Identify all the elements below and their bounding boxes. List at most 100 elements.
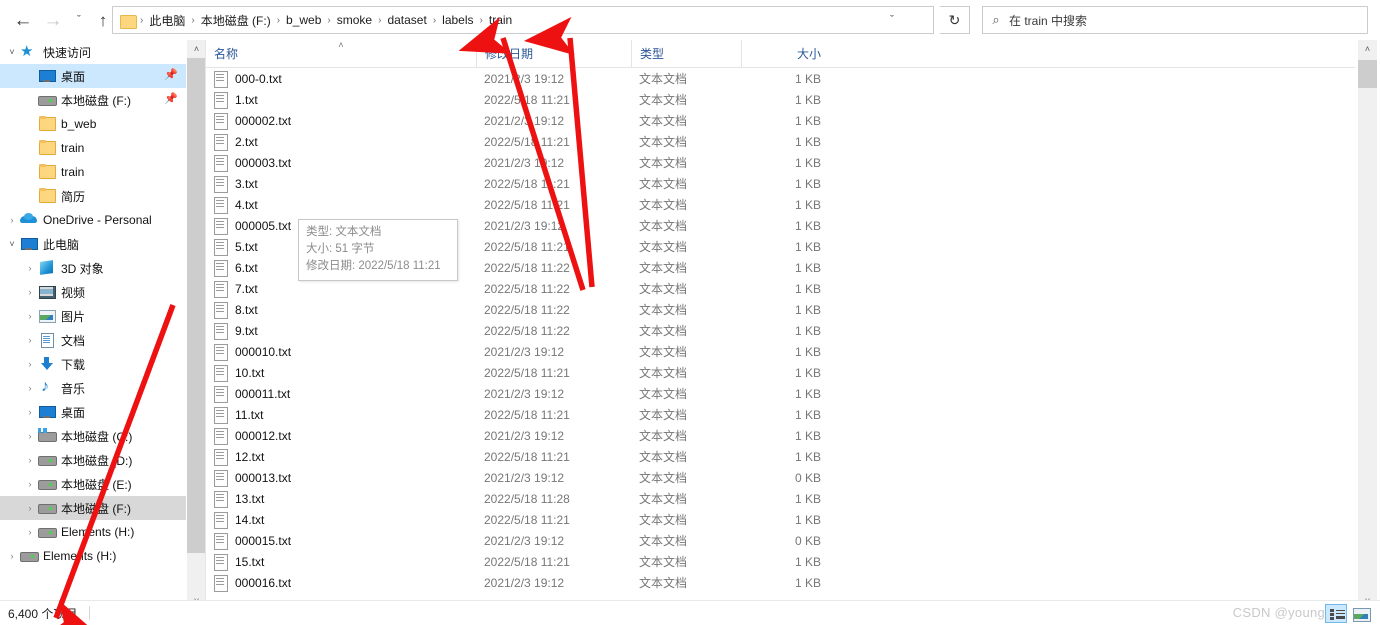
chevron-right-icon[interactable]: › bbox=[22, 472, 38, 496]
table-row[interactable]: 000011.txt 2021/2/3 19:12 文本文档 1 KB bbox=[206, 383, 1355, 404]
breadcrumb-item-3[interactable]: smoke bbox=[333, 11, 376, 29]
sidebar-item[interactable]: › 3D 对象 bbox=[0, 256, 186, 280]
chevron-right-icon[interactable]: › bbox=[22, 280, 38, 304]
column-header-size[interactable]: 大小 bbox=[741, 40, 831, 68]
file-list-scrollbar[interactable]: ˄ ˅ bbox=[1358, 40, 1377, 610]
refresh-icon[interactable]: ↻ bbox=[940, 6, 970, 34]
sidebar-item[interactable]: 简历 bbox=[0, 184, 186, 208]
sidebar-item[interactable]: train bbox=[0, 160, 186, 184]
table-row[interactable]: 1.txt 2022/5/18 11:21 文本文档 1 KB bbox=[206, 89, 1355, 110]
chevron-right-icon[interactable]: › bbox=[22, 304, 38, 328]
chevron-right-icon[interactable]: › bbox=[22, 352, 38, 376]
large-icons-view-button[interactable] bbox=[1350, 604, 1372, 623]
address-bar[interactable]: › 此电脑 › 本地磁盘 (F:) › b_web › smoke › data… bbox=[112, 6, 934, 34]
recent-locations-icon[interactable]: ˇ bbox=[68, 5, 90, 35]
breadcrumb-item-4[interactable]: dataset bbox=[383, 11, 430, 29]
sidebar-item[interactable]: › OneDrive - Personal bbox=[0, 208, 186, 232]
scroll-up-icon[interactable]: ˄ bbox=[1358, 40, 1377, 58]
table-row[interactable]: 13.txt 2022/5/18 11:28 文本文档 1 KB bbox=[206, 488, 1355, 509]
table-row[interactable]: 2.txt 2022/5/18 11:21 文本文档 1 KB bbox=[206, 131, 1355, 152]
table-row[interactable]: 000016.txt 2021/2/3 19:12 文本文档 1 KB bbox=[206, 572, 1355, 593]
column-header-name[interactable]: ˄ 名称 bbox=[206, 40, 476, 68]
table-row[interactable]: 000010.txt 2021/2/3 19:12 文本文档 1 KB bbox=[206, 341, 1355, 362]
forward-icon[interactable]: → bbox=[38, 5, 68, 35]
table-row[interactable]: 000-0.txt 2021/2/3 19:12 文本文档 1 KB bbox=[206, 68, 1355, 89]
sidebar-item-label: 本地磁盘 (E:) bbox=[61, 477, 132, 492]
scroll-up-icon[interactable]: ˄ bbox=[187, 40, 206, 58]
scrollbar-thumb[interactable] bbox=[187, 58, 206, 553]
table-row[interactable]: 3.txt 2022/5/18 11:21 文本文档 1 KB bbox=[206, 173, 1355, 194]
sidebar-item[interactable]: › 本地磁盘 (C:) bbox=[0, 424, 186, 448]
chevron-right-icon[interactable]: › bbox=[4, 544, 20, 568]
table-row[interactable]: 14.txt 2022/5/18 11:21 文本文档 1 KB bbox=[206, 509, 1355, 530]
sidebar-item[interactable]: 本地磁盘 (F:) 📌 bbox=[0, 88, 186, 112]
table-row[interactable]: 000013.txt 2021/2/3 19:12 文本文档 0 KB bbox=[206, 467, 1355, 488]
table-row[interactable]: 10.txt 2022/5/18 11:21 文本文档 1 KB bbox=[206, 362, 1355, 383]
sidebar-item[interactable]: train bbox=[0, 136, 186, 160]
back-icon[interactable]: ← bbox=[8, 5, 38, 35]
sidebar-item[interactable]: › 图片 bbox=[0, 304, 186, 328]
sidebar-item[interactable]: › 桌面 bbox=[0, 400, 186, 424]
breadcrumb-item-6[interactable]: train bbox=[485, 11, 516, 29]
file-type-cell: 文本文档 bbox=[639, 576, 688, 590]
breadcrumb-item-0[interactable]: 此电脑 bbox=[145, 10, 189, 31]
file-type-cell: 文本文档 bbox=[639, 219, 688, 233]
search-input[interactable]: 在 train 中搜索 bbox=[1009, 12, 1087, 29]
sidebar-item[interactable]: › 下载 bbox=[0, 352, 186, 376]
pin-icon[interactable]: 📌 bbox=[164, 93, 178, 106]
file-type-cell: 文本文档 bbox=[639, 366, 688, 380]
sidebar-item[interactable]: b_web bbox=[0, 112, 186, 136]
sidebar-item[interactable]: › 本地磁盘 (D:) bbox=[0, 448, 186, 472]
folder-icon bbox=[38, 188, 56, 204]
file-type-cell: 文本文档 bbox=[639, 240, 688, 254]
table-row[interactable]: 8.txt 2022/5/18 11:22 文本文档 1 KB bbox=[206, 299, 1355, 320]
file-date-cell: 2021/2/3 19:12 bbox=[484, 428, 565, 443]
sidebar-item[interactable]: › 本地磁盘 (F:) bbox=[0, 496, 186, 520]
chevron-down-icon[interactable]: ˇ bbox=[879, 7, 905, 33]
chevron-right-icon[interactable]: › bbox=[22, 448, 38, 472]
sidebar-item[interactable]: › Elements (H:) bbox=[0, 520, 186, 544]
table-row[interactable]: 000012.txt 2021/2/3 19:12 文本文档 1 KB bbox=[206, 425, 1355, 446]
chevron-right-icon[interactable]: › bbox=[4, 208, 20, 232]
file-type-cell: 文本文档 bbox=[639, 261, 688, 275]
chevron-right-icon[interactable]: › bbox=[22, 328, 38, 352]
chevron-right-icon[interactable]: › bbox=[22, 400, 38, 424]
table-row[interactable]: 4.txt 2022/5/18 11:21 文本文档 1 KB bbox=[206, 194, 1355, 215]
chevron-right-icon[interactable]: › bbox=[22, 496, 38, 520]
chevron-right-icon[interactable]: › bbox=[22, 424, 38, 448]
column-header-type[interactable]: 类型 bbox=[631, 40, 741, 68]
table-row[interactable]: 000003.txt 2021/2/3 19:12 文本文档 1 KB bbox=[206, 152, 1355, 173]
sidebar-item[interactable]: › 音乐 bbox=[0, 376, 186, 400]
chevron-right-icon[interactable]: › bbox=[22, 256, 38, 280]
table-row[interactable]: 9.txt 2022/5/18 11:22 文本文档 1 KB bbox=[206, 320, 1355, 341]
table-row[interactable]: 000002.txt 2021/2/3 19:12 文本文档 1 KB bbox=[206, 110, 1355, 131]
navigation-pane-scrollbar[interactable]: ˄ ˅ bbox=[186, 40, 206, 610]
sidebar-item[interactable]: 桌面 📌 bbox=[0, 64, 186, 88]
details-view-button[interactable] bbox=[1325, 604, 1347, 623]
table-row[interactable]: 15.txt 2022/5/18 11:21 文本文档 1 KB bbox=[206, 551, 1355, 572]
table-row[interactable]: 7.txt 2022/5/18 11:22 文本文档 1 KB bbox=[206, 278, 1355, 299]
scrollbar-thumb[interactable] bbox=[1358, 60, 1377, 88]
sidebar-item[interactable]: ˅ 此电脑 bbox=[0, 232, 186, 256]
sidebar-item[interactable]: › 本地磁盘 (E:) bbox=[0, 472, 186, 496]
column-header-date[interactable]: 修改日期 bbox=[476, 40, 631, 68]
chevron-right-icon[interactable]: › bbox=[22, 376, 38, 400]
breadcrumb-item-5[interactable]: labels bbox=[438, 11, 477, 29]
breadcrumb-item-1[interactable]: 本地磁盘 (F:) bbox=[197, 10, 275, 31]
sidebar-item[interactable]: › 文档 bbox=[0, 328, 186, 352]
sidebar-item[interactable]: › 视频 bbox=[0, 280, 186, 304]
breadcrumb-item-2[interactable]: b_web bbox=[282, 11, 325, 29]
sidebar-item[interactable]: ˅ 快速访问 bbox=[0, 40, 186, 64]
chevron-down-icon[interactable]: ˅ bbox=[4, 40, 20, 64]
table-row[interactable]: 000015.txt 2021/2/3 19:12 文本文档 0 KB bbox=[206, 530, 1355, 551]
chevron-right-icon[interactable]: › bbox=[22, 520, 38, 544]
sidebar-item[interactable]: › Elements (H:) bbox=[0, 544, 186, 568]
table-row[interactable]: 12.txt 2022/5/18 11:21 文本文档 1 KB bbox=[206, 446, 1355, 467]
chevron-down-icon[interactable]: ˅ bbox=[4, 232, 20, 256]
table-row[interactable]: 11.txt 2022/5/18 11:21 文本文档 1 KB bbox=[206, 404, 1355, 425]
file-name-cell: 10.txt bbox=[206, 365, 476, 382]
sidebar-item-label: Elements (H:) bbox=[61, 525, 135, 539]
search-box[interactable]: ⌕ 在 train 中搜索 bbox=[982, 6, 1368, 34]
pin-icon[interactable]: 📌 bbox=[164, 69, 178, 82]
3d-objects-icon bbox=[38, 260, 56, 276]
